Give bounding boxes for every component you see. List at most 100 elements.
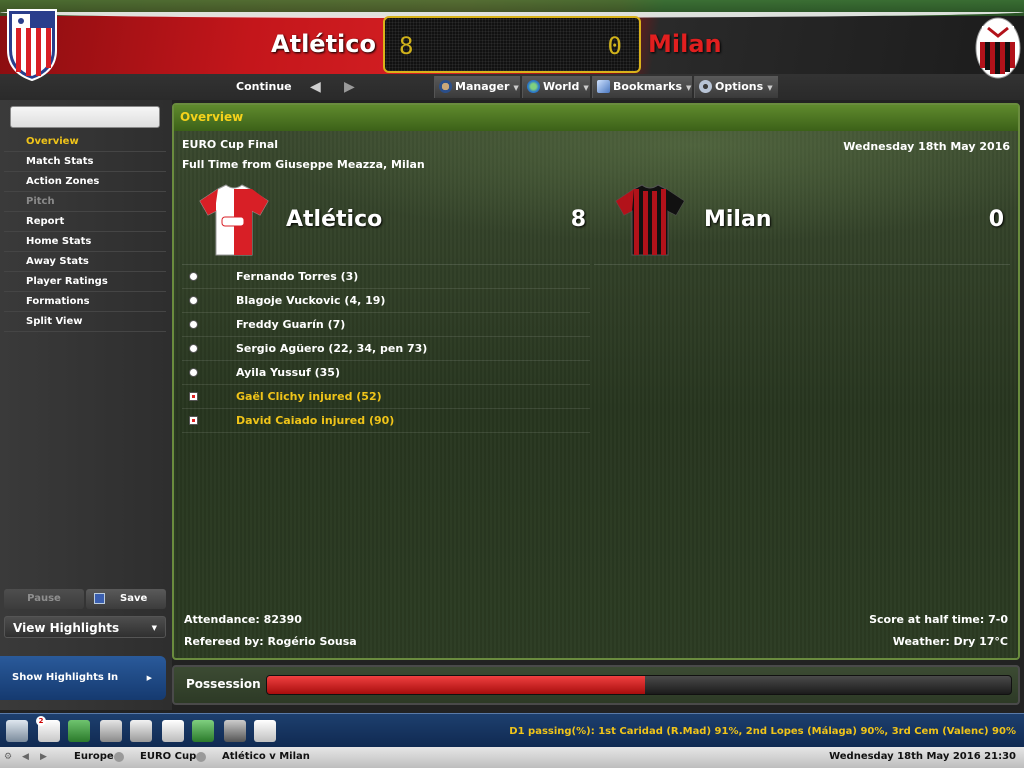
options-menu[interactable]: Options ▼ bbox=[694, 76, 778, 98]
world-menu-label: World bbox=[543, 80, 580, 93]
sidebar-item-split-view[interactable]: Split View bbox=[4, 312, 166, 332]
injury-icon bbox=[189, 416, 198, 425]
forward-arrow-icon[interactable]: ▶ bbox=[40, 752, 47, 762]
highlights-dropdown[interactable]: View Highlights ▼ bbox=[4, 616, 166, 638]
sidebar-item-action-zones[interactable]: Action Zones bbox=[4, 172, 166, 192]
competition-name[interactable]: EURO Cup Final bbox=[182, 138, 278, 151]
highlights-dropdown-value: View Highlights bbox=[13, 621, 120, 635]
back-arrow-icon[interactable]: ◀ bbox=[22, 752, 29, 762]
manager-menu-label: Manager bbox=[455, 80, 510, 93]
status-bar: ⚙ ◀ ▶ Europe EURO Cup Atlético v Milan W… bbox=[0, 747, 1024, 768]
goal-event[interactable]: Sergio Agüero (22, 34, pen 73) bbox=[182, 337, 590, 361]
panel-header: Overview bbox=[174, 105, 1018, 131]
continue-button[interactable]: Continue bbox=[236, 74, 292, 100]
football-icon bbox=[189, 368, 198, 377]
sidebar-item-formations[interactable]: Formations bbox=[4, 292, 166, 312]
football-icon bbox=[189, 344, 198, 353]
chevron-down-icon: ▼ bbox=[513, 84, 519, 92]
home-shirt-icon bbox=[199, 184, 269, 256]
home-team-title[interactable]: Atlético bbox=[271, 30, 376, 58]
away-club-crest[interactable] bbox=[974, 14, 1022, 82]
pause-button[interactable]: Pause bbox=[4, 589, 84, 609]
football-icon bbox=[189, 272, 198, 281]
event-text: Freddy Guarín (7) bbox=[236, 318, 346, 331]
event-text: Ayila Yussuf (35) bbox=[236, 366, 340, 379]
half-time-score: Score at half time: 7-0 bbox=[869, 613, 1008, 626]
trophy-icon[interactable] bbox=[130, 720, 152, 742]
home-club-crest[interactable] bbox=[4, 6, 60, 82]
injury-icon bbox=[189, 392, 198, 401]
scouting-binoculars-icon[interactable] bbox=[224, 720, 246, 742]
football-icon bbox=[189, 320, 198, 329]
match-events-list: Fernando Torres (3) Blagoje Vuckovic (4, … bbox=[182, 265, 590, 433]
globe-icon bbox=[527, 80, 540, 93]
sidebar-item-overview[interactable]: Overview bbox=[4, 132, 166, 152]
settings-icon[interactable]: ⚙ bbox=[4, 752, 12, 762]
home-icon[interactable] bbox=[6, 720, 28, 742]
injury-event[interactable]: David Caiado injured (90) bbox=[182, 409, 590, 433]
event-text: Gaël Clichy injured (52) bbox=[236, 390, 382, 403]
manager-menu[interactable]: Manager ▼ bbox=[434, 76, 520, 98]
breadcrumb-euro-cup[interactable]: EURO Cup bbox=[140, 751, 196, 762]
possession-label: Possession bbox=[186, 677, 261, 691]
bookmarks-menu[interactable]: Bookmarks ▼ bbox=[592, 76, 692, 98]
breadcrumb-europe[interactable]: Europe bbox=[74, 751, 114, 762]
away-shirt-icon bbox=[615, 184, 685, 256]
possession-home-fill bbox=[267, 676, 645, 694]
back-arrow-icon[interactable]: ◀ bbox=[310, 74, 321, 100]
breadcrumb-match[interactable]: Atlético v Milan bbox=[222, 751, 310, 762]
home-team-name[interactable]: Atlético bbox=[286, 207, 382, 232]
goal-event[interactable]: Ayila Yussuf (35) bbox=[182, 361, 590, 385]
injury-event[interactable]: Gaël Clichy injured (52) bbox=[182, 385, 590, 409]
save-button[interactable]: Save bbox=[86, 589, 166, 609]
news-ticker[interactable]: D1 passing(%): 1st Caridad (R.Mad) 91%, … bbox=[509, 726, 1016, 737]
sidebar-item-pitch: Pitch bbox=[4, 192, 166, 212]
weather: Weather: Dry 17°C bbox=[892, 635, 1008, 648]
match-date: Wednesday 18th May 2016 bbox=[843, 140, 1010, 153]
breadcrumb-arrow-icon[interactable] bbox=[196, 752, 206, 762]
possession-panel: Possession bbox=[172, 665, 1020, 705]
sidebar-item-report[interactable]: Report bbox=[4, 212, 166, 232]
forward-arrow-icon[interactable]: ▶ bbox=[344, 74, 355, 100]
chevron-right-icon: ▶ bbox=[146, 674, 152, 682]
goal-event[interactable]: Fernando Torres (3) bbox=[182, 265, 590, 289]
sidebar-nav: Overview Match Stats Action Zones Pitch … bbox=[4, 132, 166, 332]
away-team-name[interactable]: Milan bbox=[704, 207, 771, 232]
sidebar-item-home-stats[interactable]: Home Stats bbox=[4, 232, 166, 252]
sidebar-item-away-stats[interactable]: Away Stats bbox=[4, 252, 166, 272]
possession-bar bbox=[266, 675, 1012, 695]
referee[interactable]: Refereed by: Rogério Sousa bbox=[184, 635, 357, 648]
clipboard-icon[interactable] bbox=[162, 720, 184, 742]
match-pitch-icon[interactable] bbox=[192, 720, 214, 742]
chevron-down-icon: ▼ bbox=[583, 84, 589, 92]
world-menu[interactable]: World ▼ bbox=[522, 76, 590, 98]
goal-event[interactable]: Blagoje Vuckovic (4, 19) bbox=[182, 289, 590, 313]
home-team-row: Atlético 8 bbox=[182, 179, 590, 265]
away-score-digit: 0 bbox=[607, 32, 623, 60]
gear-icon bbox=[699, 80, 712, 93]
sidebar-item-match-stats[interactable]: Match Stats bbox=[4, 152, 166, 172]
squad-icon[interactable] bbox=[68, 720, 90, 742]
match-header: Atlético 8 0 Milan Continue ◀ ▶ Manager ▼… bbox=[0, 0, 1024, 100]
bookmarks-menu-label: Bookmarks bbox=[613, 80, 682, 93]
breadcrumb-arrow-icon[interactable] bbox=[114, 752, 124, 762]
away-team-row: Milan 0 bbox=[594, 179, 1010, 265]
away-team-title[interactable]: Milan bbox=[648, 30, 722, 58]
sidebar-item-player-ratings[interactable]: Player Ratings bbox=[4, 272, 166, 292]
show-highlights-in-button[interactable]: Show Highlights In ▶ bbox=[0, 656, 166, 700]
show-highlights-label: Show Highlights In bbox=[12, 672, 119, 683]
event-text: Blagoje Vuckovic (4, 19) bbox=[236, 294, 386, 307]
tactics-icon[interactable] bbox=[100, 720, 122, 742]
away-team-score: 0 bbox=[988, 207, 1004, 232]
home-team-score: 8 bbox=[570, 207, 586, 232]
event-text: David Caiado injured (90) bbox=[236, 414, 395, 427]
finances-icon[interactable] bbox=[254, 720, 276, 742]
match-venue: Full Time from Giuseppe Meazza, Milan bbox=[182, 158, 425, 171]
chevron-down-icon: ▼ bbox=[767, 84, 773, 92]
search-input[interactable] bbox=[10, 106, 160, 128]
game-datetime: Wednesday 18th May 2016 21:30 bbox=[829, 751, 1016, 762]
overview-panel: Overview EURO Cup Final Full Time from G… bbox=[172, 103, 1020, 660]
event-text: Fernando Torres (3) bbox=[236, 270, 359, 283]
goal-event[interactable]: Freddy Guarín (7) bbox=[182, 313, 590, 337]
home-score-digit: 8 bbox=[399, 32, 415, 60]
